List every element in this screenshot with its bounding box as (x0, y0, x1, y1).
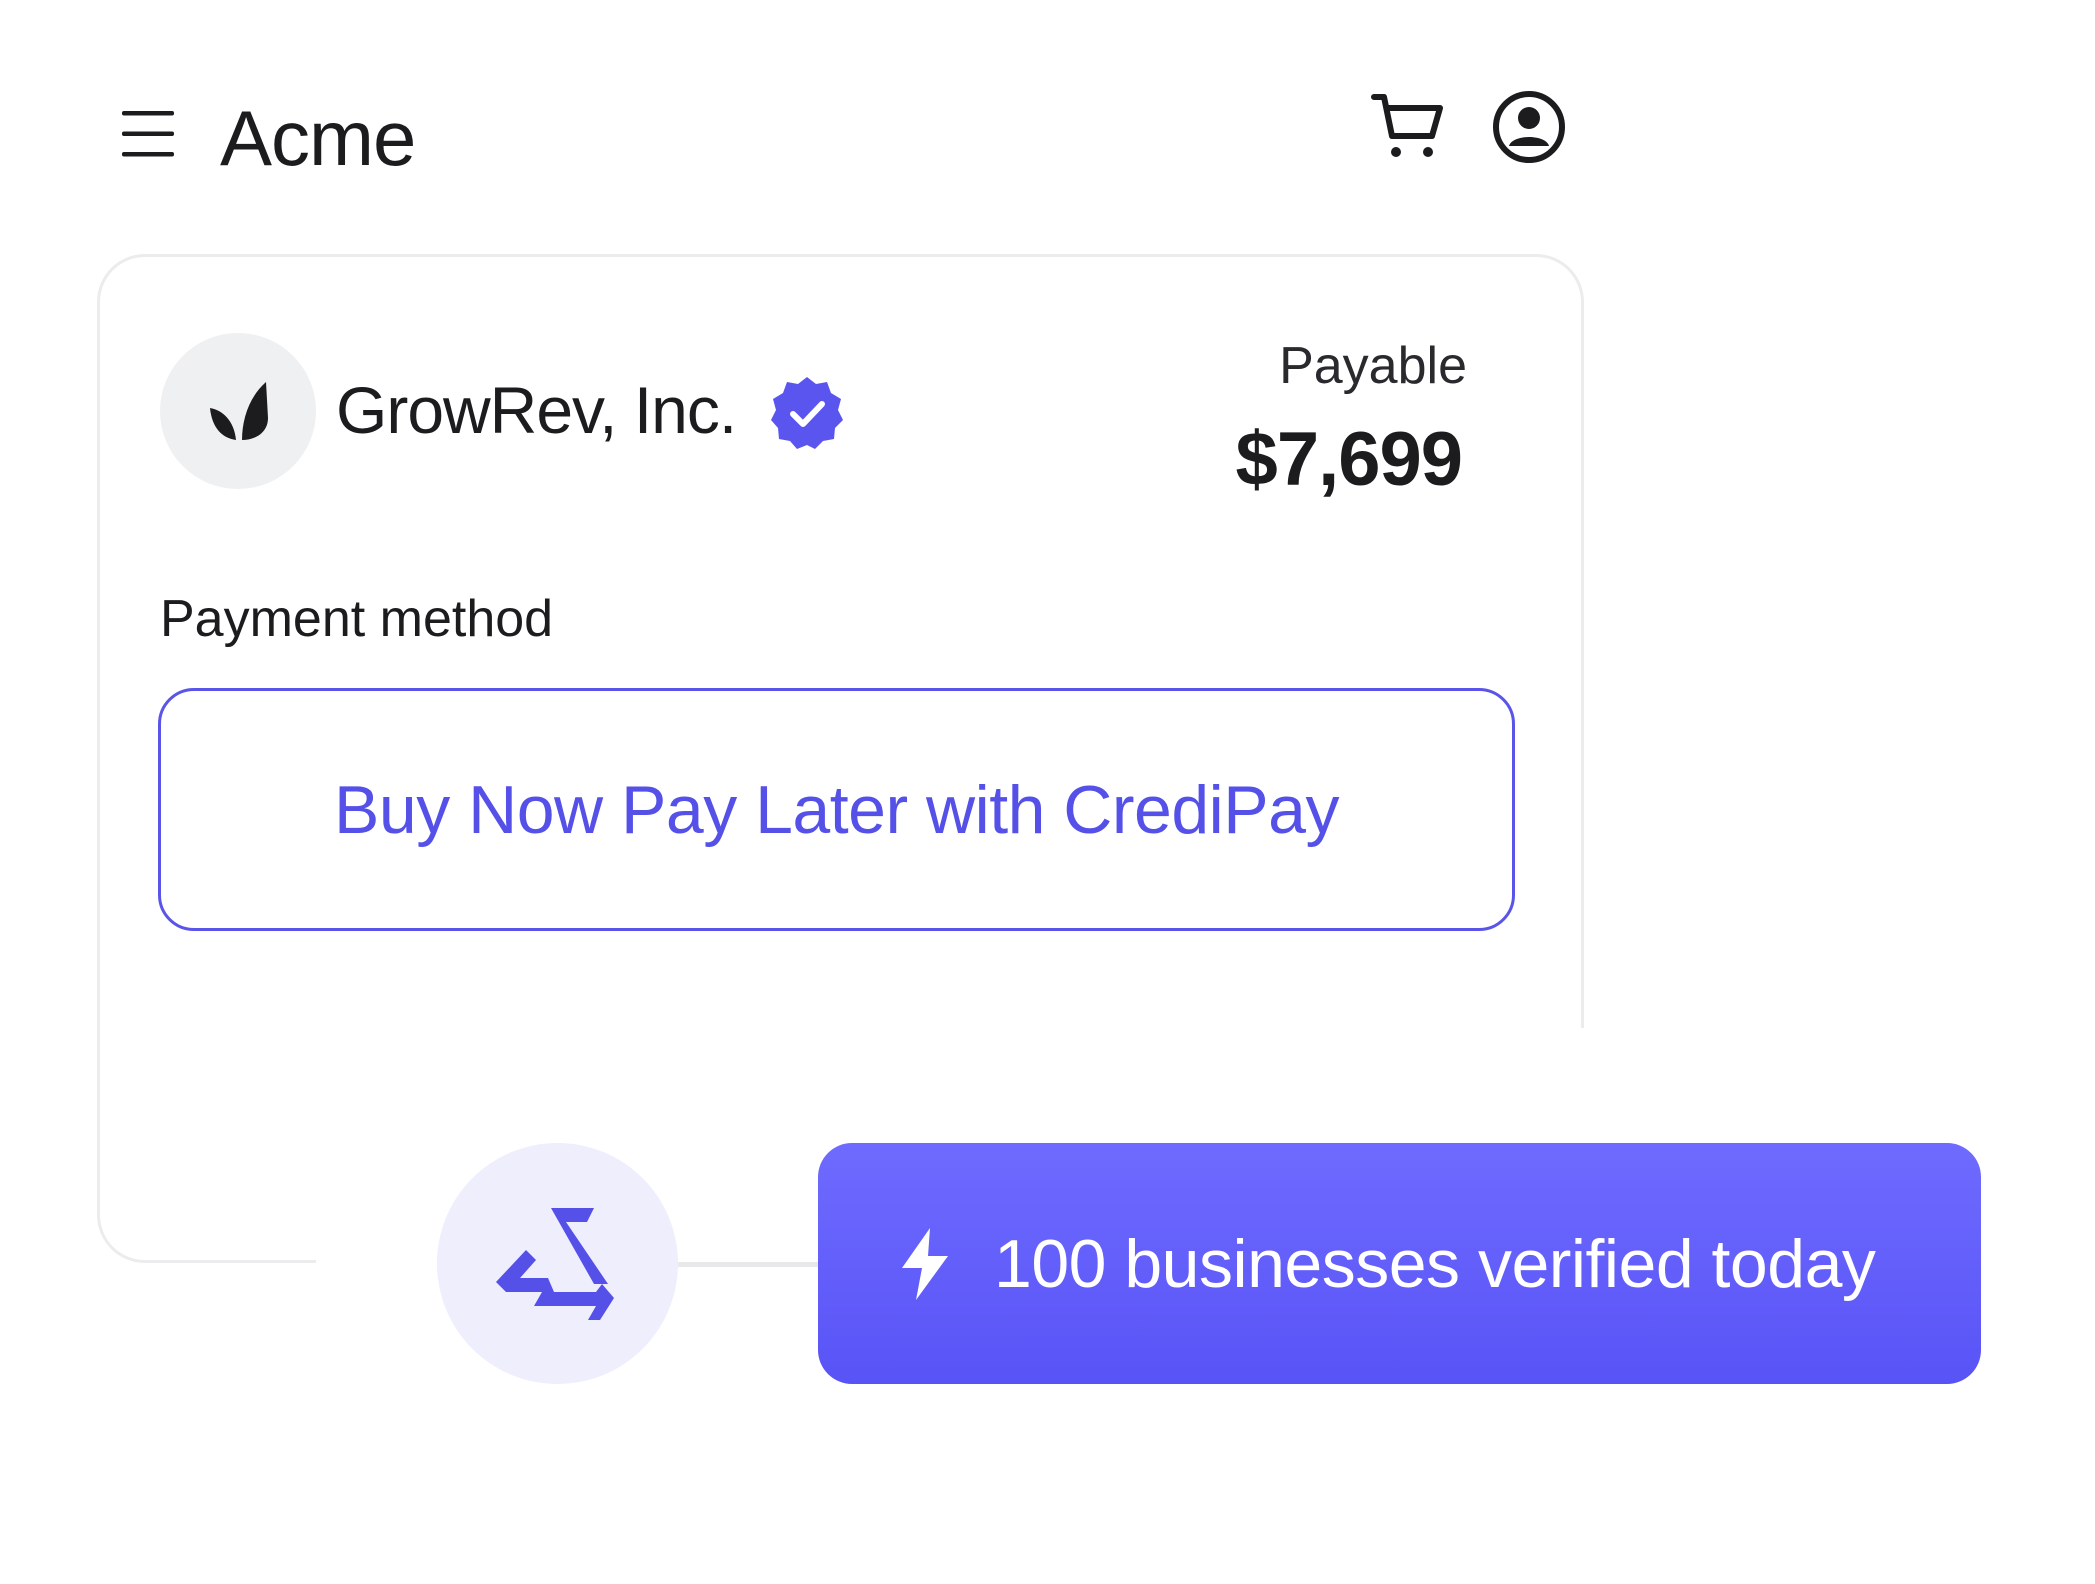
shopping-cart-icon[interactable] (1370, 92, 1446, 164)
user-account-icon[interactable] (1490, 88, 1568, 166)
verified-badge-icon (768, 374, 846, 452)
bnpl-credipay-button[interactable]: Buy Now Pay Later with CrediPay (158, 688, 1515, 931)
company-name: GrowRev, Inc. (336, 373, 737, 447)
bnpl-credipay-label: Buy Now Pay Later with CrediPay (334, 771, 1339, 848)
top-navigation-bar: Acme (0, 0, 1600, 220)
payable-label: Payable (1279, 337, 1467, 395)
connector-line (676, 1262, 826, 1267)
verified-businesses-text: 100 businesses verified today (994, 1226, 1876, 1302)
hamburger-menu-icon[interactable] (118, 108, 178, 160)
credipay-logo-icon (490, 1196, 625, 1331)
payable-amount: $7,699 (1235, 417, 1463, 502)
leaf-logo-icon (206, 378, 272, 444)
payment-method-label: Payment method (160, 590, 554, 648)
brand-name: Acme (220, 94, 416, 182)
lightning-bolt-icon (896, 1226, 954, 1302)
